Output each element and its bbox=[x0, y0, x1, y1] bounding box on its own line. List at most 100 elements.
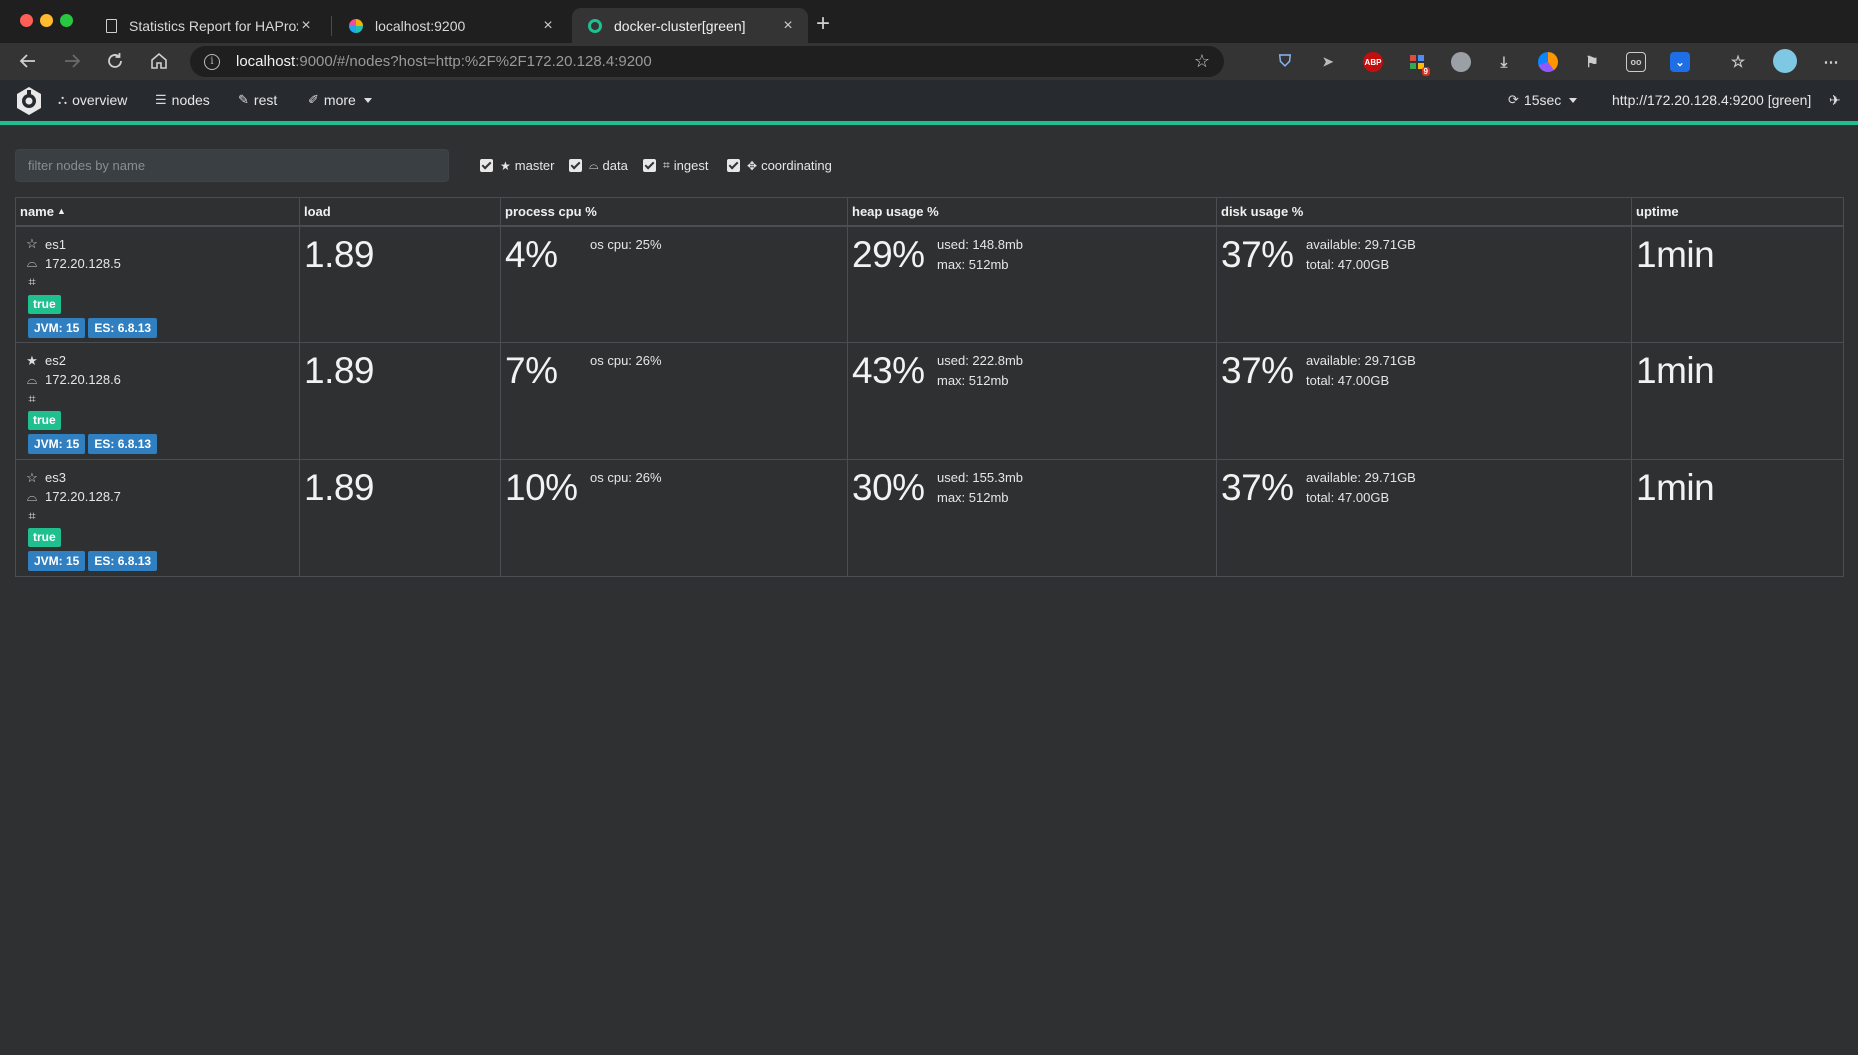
hdd-icon: ⌓ bbox=[589, 158, 599, 172]
tab-haproxy-stats[interactable]: Statistics Report for HAProxy × bbox=[90, 8, 326, 43]
download-icon[interactable]: ⤓ bbox=[1494, 52, 1514, 72]
favorites-icon[interactable]: ☆ bbox=[1728, 52, 1748, 72]
node-name-cell: ☆ es3 ⌓ 172.20.128.7 ⌗ true JVM: 15 ES: 6.8… bbox=[15, 459, 300, 577]
nav-overview[interactable]: ⛬ overview bbox=[58, 92, 127, 108]
circle-extension-icon[interactable] bbox=[1451, 52, 1471, 72]
jvm-badge: JVM: 15 bbox=[28, 434, 86, 454]
refresh-interval-dropdown[interactable]: ⟳ 15sec bbox=[1508, 92, 1578, 108]
load-value: 1.89 bbox=[304, 467, 375, 508]
cpu-cell: 4% os cpu: 25% bbox=[500, 225, 848, 343]
table-row: ☆ es1 ⌓ 172.20.128.5 ⌗ true JVM: 15 ES: 6.8… bbox=[15, 225, 1844, 343]
new-tab-button[interactable]: + bbox=[816, 10, 830, 38]
address-bar[interactable]: i localhost:9000/#/nodes?host=http:%2F%2… bbox=[190, 46, 1224, 77]
home-button[interactable] bbox=[146, 48, 172, 74]
site-info-icon[interactable]: i bbox=[204, 53, 220, 70]
brave-shield-icon[interactable]: ⛉ bbox=[1275, 52, 1295, 72]
chevron-down-icon bbox=[363, 97, 372, 103]
heap-cell: 43% used: 222.8mb max: 512mb bbox=[847, 342, 1217, 460]
column-header-uptime[interactable]: uptime bbox=[1631, 197, 1844, 227]
more-menu-icon[interactable]: ⋯ bbox=[1821, 52, 1841, 72]
data-checkbox[interactable] bbox=[569, 159, 582, 172]
firefox-relay-icon[interactable] bbox=[1538, 52, 1558, 72]
es-version-badge: ES: 6.8.13 bbox=[88, 434, 158, 454]
node-name[interactable]: es2 bbox=[45, 353, 66, 368]
hdd-icon: ⌓ bbox=[26, 255, 38, 270]
load-value: 1.89 bbox=[304, 233, 375, 275]
ingest-badge: true bbox=[28, 294, 61, 314]
profile-avatar[interactable] bbox=[1773, 49, 1797, 73]
column-header-cpu[interactable]: process cpu % bbox=[500, 197, 848, 227]
filter-nodes-input[interactable] bbox=[15, 149, 449, 182]
hdd-icon: ⌓ bbox=[26, 371, 38, 387]
uptime-value: 1min bbox=[1636, 350, 1715, 391]
abp-icon[interactable]: ABP bbox=[1363, 52, 1383, 72]
zoom-window-button[interactable] bbox=[60, 14, 73, 27]
filter-ingest-label: ingest bbox=[673, 158, 709, 173]
master-checkbox[interactable] bbox=[480, 159, 493, 172]
node-name[interactable]: es1 bbox=[45, 237, 66, 252]
os-cpu: os cpu: 26% bbox=[590, 470, 662, 485]
ingest-checkbox[interactable] bbox=[643, 159, 656, 172]
node-name[interactable]: es3 bbox=[45, 470, 66, 485]
grid-extension-icon[interactable]: 9 bbox=[1407, 52, 1430, 76]
reload-button[interactable] bbox=[102, 48, 128, 74]
browser-toolbar: i localhost:9000/#/nodes?host=http:%2F%2… bbox=[0, 43, 1858, 80]
close-tab-icon[interactable]: × bbox=[298, 17, 314, 35]
pocket-extension-icon[interactable]: ⌄ bbox=[1670, 52, 1690, 72]
arrow-left-icon bbox=[19, 54, 35, 68]
column-header-heap[interactable]: heap usage % bbox=[847, 197, 1217, 227]
coordinating-checkbox[interactable] bbox=[727, 159, 740, 172]
minimize-window-button[interactable] bbox=[40, 14, 53, 27]
filter-coordinating[interactable]: ✥ coordinating bbox=[727, 158, 832, 173]
forward-button[interactable] bbox=[59, 48, 85, 74]
crop-icon: ⌗ bbox=[663, 158, 670, 172]
tab-localhost-9200[interactable]: localhost:9200 × bbox=[333, 8, 568, 43]
tab-divider bbox=[331, 16, 332, 36]
tab-docker-cluster[interactable]: docker-cluster[green] × bbox=[572, 8, 808, 43]
heap-used: used: 155.3mb bbox=[937, 470, 1024, 485]
close-window-button[interactable] bbox=[20, 14, 33, 27]
nav-more-label: more bbox=[323, 92, 356, 108]
es-version-badge: ES: 6.8.13 bbox=[88, 317, 158, 338]
crosshair-icon: ✥ bbox=[747, 158, 758, 173]
cerebro-logo-icon[interactable] bbox=[14, 86, 44, 116]
disk-total: total: 47.00GB bbox=[1306, 256, 1390, 272]
load-cell: 1.89 bbox=[299, 225, 501, 343]
bookmark-icon[interactable]: ⚑ bbox=[1582, 52, 1602, 72]
document-icon bbox=[106, 18, 117, 33]
disk-cell: 37% available: 29.71GB total: 47.00GB bbox=[1216, 459, 1632, 577]
disk-available: available: 29.71GB bbox=[1306, 353, 1416, 368]
back-button[interactable] bbox=[15, 48, 41, 74]
nav-more-dropdown[interactable]: ✐ more bbox=[308, 92, 372, 108]
uptime-value: 1min bbox=[1636, 233, 1715, 275]
filter-master[interactable]: ★ master bbox=[480, 158, 555, 173]
nav-nodes[interactable]: ☰ nodes bbox=[155, 92, 210, 108]
disk-total: total: 47.00GB bbox=[1306, 490, 1390, 505]
disk-cell: 37% available: 29.71GB total: 47.00GB bbox=[1216, 225, 1632, 343]
column-header-load[interactable]: load bbox=[299, 197, 501, 227]
filter-ingest[interactable]: ⌗ ingest bbox=[643, 158, 708, 173]
disconnect-icon[interactable]: ✈ bbox=[1829, 92, 1841, 109]
close-tab-icon[interactable]: × bbox=[780, 17, 796, 35]
disk-value: 37% bbox=[1221, 350, 1294, 391]
heap-max: max: 512mb bbox=[937, 490, 1009, 505]
nodes-table: name ▲ load process cpu % heap usage % di… bbox=[15, 197, 1844, 577]
bookmark-star-icon[interactable]: ☆ bbox=[1194, 51, 1210, 72]
app-navbar: ⛬ overview ☰ nodes ✎ rest ✐ more ⟳ 15sec http… bbox=[0, 80, 1858, 121]
glasses-extension-icon[interactable]: oo bbox=[1626, 52, 1646, 72]
column-header-name[interactable]: name ▲ bbox=[15, 197, 300, 227]
column-header-disk[interactable]: disk usage % bbox=[1216, 197, 1632, 227]
node-ip: 172.20.128.7 bbox=[45, 489, 121, 504]
close-tab-icon[interactable]: × bbox=[540, 17, 556, 35]
filter-data[interactable]: ⌓ data bbox=[569, 158, 628, 173]
cursor-extension-icon[interactable]: ➤ bbox=[1318, 52, 1338, 72]
disk-available: available: 29.71GB bbox=[1306, 236, 1416, 252]
cluster-url[interactable]: http://172.20.128.4:9200 [green] bbox=[1612, 92, 1811, 108]
crop-icon: ⌗ bbox=[28, 274, 36, 289]
heap-value: 29% bbox=[852, 233, 925, 275]
hdd-icon: ⌓ bbox=[26, 488, 38, 504]
nav-rest[interactable]: ✎ rest bbox=[238, 92, 277, 108]
url-host: localhost bbox=[236, 53, 296, 70]
os-cpu: os cpu: 26% bbox=[590, 353, 662, 368]
table-row: ★ es2 ⌓ 172.20.128.6 ⌗ true JVM: 15 ES: 6.8… bbox=[15, 342, 1844, 460]
